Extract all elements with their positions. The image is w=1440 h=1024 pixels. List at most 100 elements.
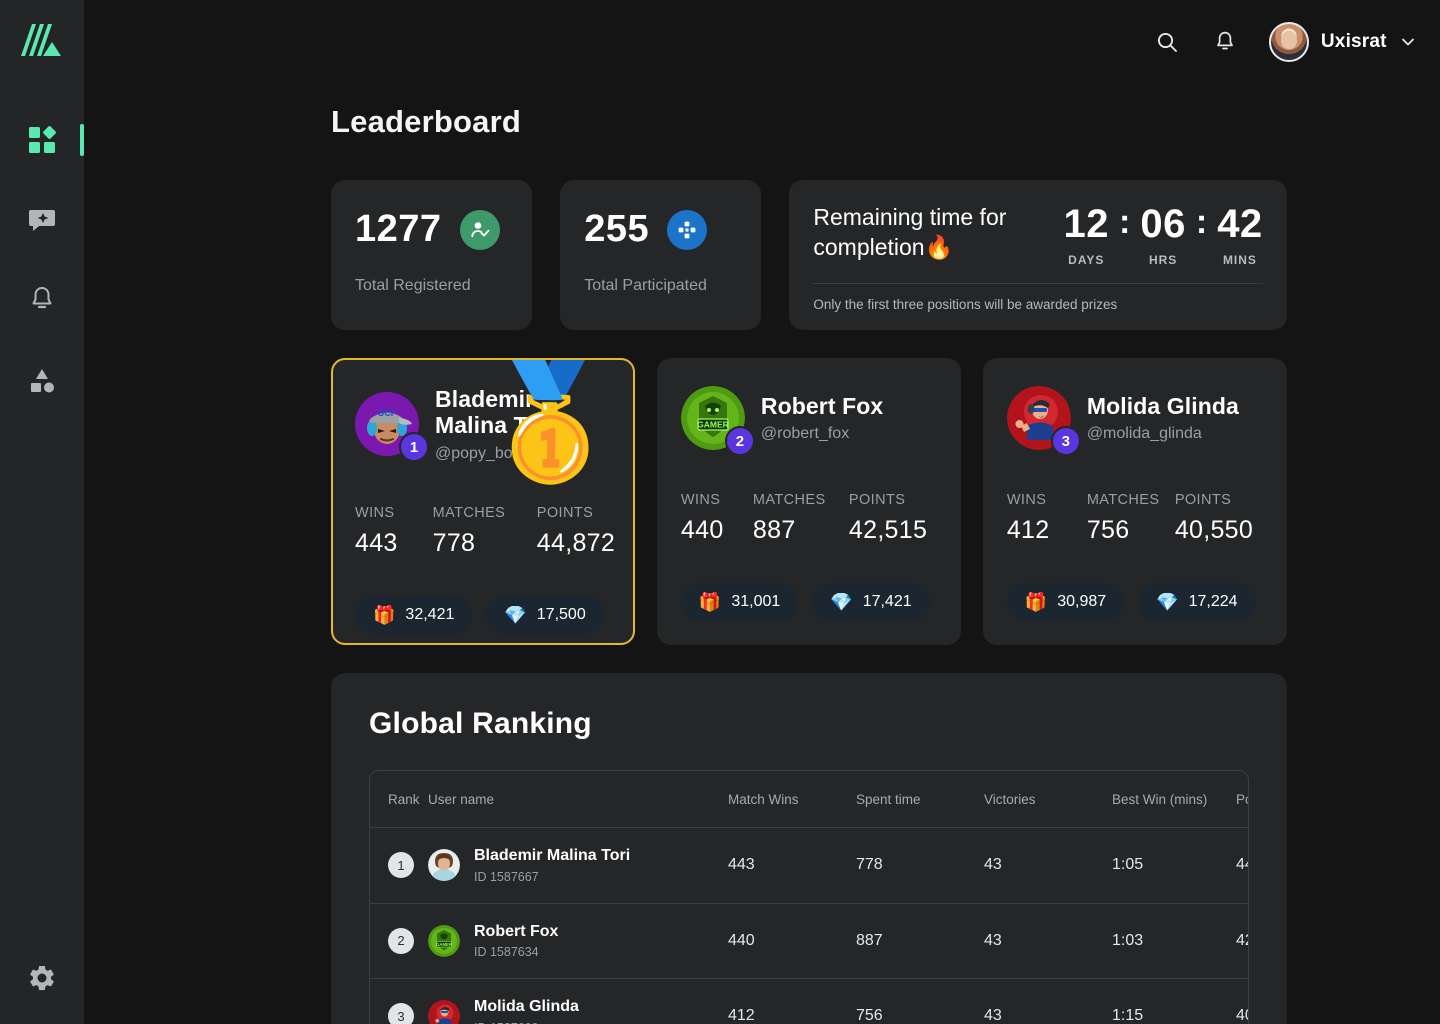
player-header: 3 Molida Glinda @molida_glinda bbox=[1006, 386, 1263, 456]
gem-pill[interactable]: 💎 17,421 bbox=[812, 583, 930, 621]
stat-value: 40,550 bbox=[1174, 516, 1254, 544]
sidebar-nav bbox=[0, 118, 84, 402]
player-stat-wins: WINS 412 bbox=[1007, 492, 1087, 545]
countdown-clock: 12 DAYS : 06 HRS : 42 MINS bbox=[1064, 202, 1263, 267]
dashboard-grid-icon bbox=[29, 126, 56, 153]
gift-pill[interactable]: 🎁 30,987 bbox=[1006, 583, 1125, 621]
chat-sparkle-icon bbox=[29, 210, 55, 231]
table-row[interactable]: 3 Molida Glinda 412 756 43 1:15 4 bbox=[370, 979, 1248, 1024]
topbar: Uxisrat bbox=[84, 0, 1440, 84]
sidebar-item-messages[interactable] bbox=[0, 198, 84, 242]
column-header-victories[interactable]: Victories bbox=[984, 771, 1112, 828]
table-header-row: Rank User name Match Wins Spent time Vic… bbox=[370, 771, 1248, 828]
stat-label: MATCHES bbox=[1086, 492, 1160, 508]
countdown-days-label: DAYS bbox=[1068, 253, 1105, 267]
player-reward-pills: 🎁 32,421 💎 17,500 bbox=[355, 595, 611, 634]
countdown-mins-label: MINS bbox=[1222, 253, 1257, 267]
player-stat-wins: WINS 443 bbox=[355, 505, 433, 558]
gift-pill[interactable]: 🎁 31,001 bbox=[680, 583, 799, 621]
cell-points: 42,515 bbox=[1236, 903, 1248, 980]
sidebar bbox=[0, 0, 84, 1024]
player-card-1[interactable]: UCF 1 Blademir Malina Tori @popy_bob 🥇 W… bbox=[331, 358, 635, 645]
countdown-days: 12 DAYS bbox=[1064, 204, 1110, 267]
player-card-3[interactable]: 3 Molida Glinda @molida_glinda WINS 412 bbox=[982, 358, 1287, 645]
diamond-icon: 💎 bbox=[504, 604, 527, 625]
cell-rank: 1 bbox=[370, 827, 428, 904]
gem-pill[interactable]: 💎 17,500 bbox=[486, 595, 604, 634]
stat-label: MATCHES bbox=[432, 504, 506, 521]
ranking-table-body: 1 Blademir Malina Tori ID 1587667 443 77… bbox=[370, 827, 1248, 1024]
cell-best-win: 1:05 bbox=[1112, 827, 1236, 904]
notifications-button[interactable] bbox=[1211, 28, 1239, 56]
column-header-username[interactable]: User name bbox=[428, 771, 728, 828]
user-name: Blademir Malina Tori bbox=[474, 847, 631, 864]
global-ranking-title: Global Ranking bbox=[369, 707, 592, 740]
stat-value: 443 bbox=[355, 528, 398, 557]
cell-match-wins: 440 bbox=[728, 903, 856, 980]
search-button[interactable] bbox=[1153, 28, 1181, 56]
ranking-table-head: Rank User name Match Wins Spent time Vic… bbox=[370, 771, 1248, 828]
gem-value: 17,224 bbox=[1188, 593, 1238, 610]
ranking-table-wrapper: Rank User name Match Wins Spent time Vic… bbox=[369, 770, 1249, 1024]
search-icon bbox=[1157, 32, 1177, 52]
player-handle: @robert_fox bbox=[760, 425, 850, 443]
gem-value: 17,500 bbox=[536, 605, 586, 623]
column-header-spent-time[interactable]: Spent time bbox=[856, 771, 984, 828]
divider bbox=[813, 283, 1263, 284]
ranking-table: Rank User name Match Wins Spent time Vic… bbox=[370, 771, 1248, 1024]
column-header-best-win[interactable]: Best Win (mins) bbox=[1112, 771, 1236, 828]
user-menu[interactable]: Uxisrat bbox=[1268, 22, 1417, 62]
user-check-icon bbox=[459, 209, 500, 250]
column-header-points[interactable]: Points bbox=[1236, 771, 1248, 828]
rank-badge: 3 bbox=[388, 1003, 414, 1024]
diamond-icon: 💎 bbox=[1156, 592, 1179, 612]
cell-best-win: 1:15 bbox=[1112, 1007, 1144, 1024]
avatar-photo-curly-man bbox=[428, 849, 460, 882]
player-name: Molida Glinda bbox=[1086, 392, 1239, 419]
rank-badge: 1 bbox=[399, 432, 429, 463]
stat-value: 1277 bbox=[355, 208, 442, 250]
table-row[interactable]: 1 Blademir Malina Tori ID 1587667 443 77… bbox=[370, 827, 1248, 904]
stat-card-registered: 1277 Total Registered bbox=[331, 180, 533, 330]
avatar-green-gamer-logo: GAMER 2 bbox=[680, 386, 755, 456]
gem-pill[interactable]: 💎 17,224 bbox=[1138, 583, 1256, 621]
sidebar-item-notifications[interactable] bbox=[0, 278, 84, 322]
mountain-logo-icon bbox=[21, 24, 61, 56]
player-header: GAMER 2 Robert Fox @robert_fox bbox=[680, 386, 937, 456]
content-area: 1277 Total Registered 255 Total Particip… bbox=[84, 180, 1440, 1024]
sidebar-item-settings[interactable] bbox=[0, 956, 84, 1000]
table-row[interactable]: 2 GAMER Robert Fox ID 1587634 440 887 43… bbox=[370, 903, 1248, 980]
brand-logo[interactable] bbox=[18, 18, 66, 66]
stat-label: WINS bbox=[355, 504, 395, 521]
diamond-icon: 💎 bbox=[830, 592, 853, 612]
main-content: Uxisrat Leaderboard 1277 Total Registere… bbox=[84, 0, 1440, 1024]
countdown-top: Remaining time for completion🔥 12 DAYS :… bbox=[813, 202, 1262, 267]
sidebar-item-components[interactable] bbox=[0, 358, 84, 402]
stat-label: Total Participated bbox=[584, 277, 707, 294]
gift-pill[interactable]: 🎁 32,421 bbox=[355, 595, 473, 634]
stat-value: 412 bbox=[1006, 516, 1050, 544]
bell-icon bbox=[1217, 31, 1233, 50]
cell-best-win: 1:03 bbox=[1112, 903, 1236, 980]
sidebar-item-dashboard[interactable] bbox=[0, 118, 84, 162]
user-identity: Robert Fox ID 1587634 bbox=[474, 923, 558, 960]
countdown-note: Only the first three positions will be a… bbox=[813, 297, 1118, 312]
page-title: Leaderboard bbox=[331, 104, 521, 139]
avatar-red-cheering-gamer: 3 bbox=[1006, 386, 1081, 456]
cell-points: 44,872 bbox=[1236, 827, 1248, 904]
column-header-rank[interactable]: Rank bbox=[370, 771, 428, 828]
player-identity: Molida Glinda @molida_glinda bbox=[1087, 393, 1239, 443]
gift-value: 30,987 bbox=[1057, 593, 1107, 610]
gift-value: 32,421 bbox=[405, 605, 455, 623]
stat-label: POINTS bbox=[848, 492, 906, 508]
stat-label: POINTS bbox=[536, 504, 594, 521]
player-card-2[interactable]: GAMER 2 Robert Fox @robert_fox WINS 440 … bbox=[656, 358, 961, 645]
countdown-mins-value: 42 bbox=[1217, 202, 1263, 246]
player-stat-points: POINTS 42,515 bbox=[849, 492, 927, 545]
player-stat-wins: WINS 440 bbox=[681, 492, 753, 545]
player-stats: WINS 440 MATCHES 887 POINTS 42,515 bbox=[681, 492, 937, 545]
countdown-mins: 42 MINS bbox=[1217, 204, 1263, 267]
gem-value: 17,421 bbox=[862, 593, 912, 610]
cell-victories: 43 bbox=[984, 1007, 1002, 1024]
column-header-match-wins[interactable]: Match Wins bbox=[728, 771, 856, 828]
